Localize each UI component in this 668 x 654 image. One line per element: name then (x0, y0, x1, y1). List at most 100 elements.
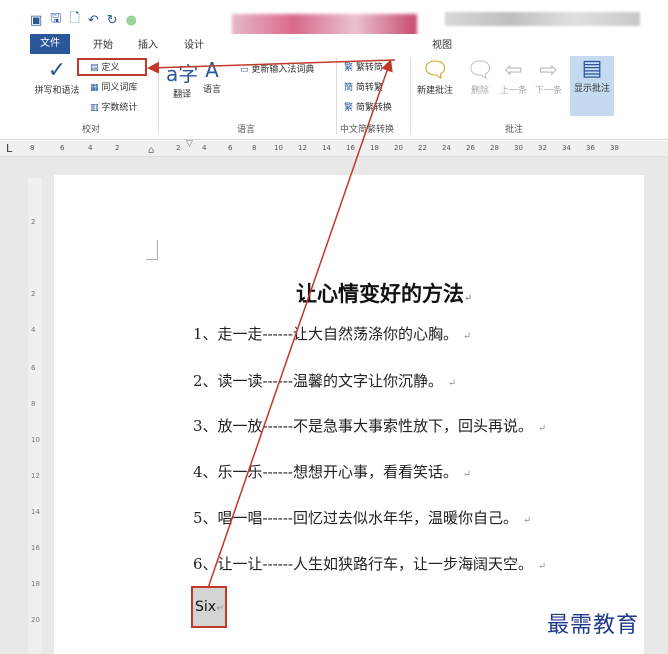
document-line[interactable]: 5、唱一唱------回忆过去似水年华，温暖你自己。 ↵ (193, 507, 531, 528)
document-line-text: 5、唱一唱------回忆过去似水年华，温暖你自己。 (193, 509, 518, 527)
ruler-tick: 8 (252, 144, 257, 152)
ruler-tick: 28 (490, 144, 499, 152)
language-button[interactable]: A 语言 (203, 58, 221, 95)
ruler-tick: 6 (60, 144, 65, 152)
document-line-text: 3、放一放------不是急事大事索性放下，回头再说。 (193, 417, 533, 435)
word-icon: ▣ (30, 12, 43, 28)
ruler-tick: 8 (30, 144, 35, 152)
ruler-tick: 16 (31, 544, 40, 552)
ruler-tick: 4 (202, 144, 207, 152)
quick-access-toolbar: ▣ 🖫 🗋 ↶ ↻ ● (30, 9, 137, 31)
ruler-tick: 34 (562, 144, 571, 152)
translate-button[interactable]: a字 翻译 (166, 58, 198, 100)
tab-design[interactable]: 设计 (184, 36, 204, 51)
document-title[interactable]: 让心情变好的方法↵ (296, 278, 472, 308)
separator (336, 58, 337, 134)
document-line-text: 6、让一让------人生如狭路行车，让一步海阔天空。 (193, 555, 533, 573)
redo-icon[interactable]: ↻ (107, 13, 118, 28)
ruler-tick: 10 (274, 144, 283, 152)
delete-comment-icon: 🗨 (466, 58, 494, 83)
indent-marker-icon[interactable]: ⌂ (148, 145, 154, 156)
prev-comment-button[interactable]: ⇦ 上一条 (500, 58, 527, 96)
tab-file[interactable]: 文件 (30, 34, 70, 54)
separator (158, 58, 159, 134)
ruler-tick: 20 (31, 616, 40, 624)
ruler-tick: 2 (31, 290, 36, 298)
document-line-text: 2、读一读------温馨的文字让你沉静。 (193, 372, 443, 390)
horizontal-ruler[interactable]: L 8 6 4 2 2 4 6 8 10 12 14 16 18 20 22 2… (0, 139, 668, 157)
selected-word-text: Six (195, 599, 217, 615)
ruler-tick: 14 (31, 508, 40, 516)
ruler-tick: 12 (298, 144, 307, 152)
delete-comment-button[interactable]: 🗨 删除 (466, 58, 494, 96)
translate-icon: a字 (166, 62, 199, 86)
paragraph-mark-icon: ↵ (464, 293, 473, 304)
document-line[interactable]: 6、让一让------人生如狭路行车，让一步海阔天空。 ↵ (193, 553, 546, 574)
ruler-tick: 12 (31, 472, 40, 480)
ruler-tick: 14 (322, 144, 331, 152)
document-line-text: 4、乐一乐------想想开心事，看看笑话。 (193, 463, 458, 481)
paragraph-mark-icon: ↵ (462, 469, 472, 480)
ruler-tick: 6 (228, 144, 233, 152)
ime-icon: ▭ (240, 65, 249, 75)
page-corner-mark (146, 240, 158, 260)
ruler-tick: 24 (442, 144, 451, 152)
tab-home[interactable]: 开始 (93, 36, 113, 51)
first-indent-marker-icon[interactable]: ▽ (186, 139, 193, 149)
document-line[interactable]: 2、读一读------温馨的文字让你沉静。 ↵ (193, 370, 456, 391)
to-trad-button[interactable]: 繁 繁转简 (344, 60, 383, 73)
tab-insert[interactable]: 插入 (138, 36, 158, 51)
to-simp-button[interactable]: 簡 简转繁 (344, 80, 383, 93)
group-label-language: 语言 (237, 125, 256, 135)
show-comments-button[interactable]: ▤ 显示批注 (570, 56, 614, 116)
paragraph-mark-icon: ↵ (462, 331, 472, 342)
new-comment-button[interactable]: 🗨 新建批注 (415, 58, 455, 96)
ribbon: ✓ 拼写和语法 ▤ 定义 ▦ 同义词库 ▥ 字数统计 校对 a字 翻译 A 语言… (0, 54, 668, 140)
undo-icon[interactable]: ↶ (88, 13, 99, 28)
ruler-tick: 18 (370, 144, 379, 152)
selected-word[interactable]: Six↵ (191, 586, 227, 628)
tab-view[interactable]: 视图 (432, 36, 452, 51)
vertical-ruler[interactable]: 2 2 4 6 8 10 12 14 16 18 20 (28, 178, 42, 654)
language-icon: A (205, 58, 219, 82)
spelling-icon: ✓ (47, 58, 67, 83)
ribbon-tabs: 文件 开始 插入 设计 视图 (0, 34, 668, 54)
next-icon: ⇨ (539, 58, 558, 83)
ruler-tick: 4 (31, 326, 36, 334)
wordcount-button[interactable]: ▥ 字数统计 (90, 100, 137, 113)
next-comment-button[interactable]: ⇨ 下一条 (535, 58, 562, 96)
ruler-tick: 18 (31, 580, 40, 588)
thesaurus-button[interactable]: ▦ 同义词库 (90, 80, 137, 93)
trad-icon: 繁 (344, 63, 354, 73)
ruler-tick: 22 (418, 144, 427, 152)
document-line[interactable]: 1、走一走------让大自然荡涤你的心胸。 ↵ (193, 323, 471, 344)
document-line[interactable]: 3、放一放------不是急事大事索性放下，回头再说。 ↵ (193, 415, 546, 436)
wordcount-icon: ▥ (90, 103, 99, 113)
tab-stop-icon[interactable]: L (6, 142, 12, 155)
paragraph-mark-icon: ↵ (522, 515, 532, 526)
new-comment-icon: 🗨 (421, 58, 449, 83)
ruler-tick: 10 (31, 436, 40, 444)
document-line-text: 1、走一走------让大自然荡涤你的心胸。 (193, 325, 458, 343)
ruler-tick: 8 (31, 400, 36, 408)
paragraph-mark-icon: ↵ (447, 378, 457, 389)
separator (410, 58, 411, 134)
circle-icon[interactable]: ● (126, 13, 137, 28)
spelling-button[interactable]: ✓ 拼写和语法 (32, 58, 82, 96)
show-comments-icon: ▤ (581, 56, 603, 81)
ruler-tick: 32 (538, 144, 547, 152)
convert-button[interactable]: 繁 简繁转换 (344, 100, 392, 113)
paragraph-mark-icon: ↵ (537, 423, 547, 434)
ime-update-button[interactable]: ▭ 更新输入法词典 (240, 62, 314, 75)
document-line[interactable]: 4、乐一乐------想想开心事，看看笑话。 ↵ (193, 461, 471, 482)
save-icon[interactable]: 🖫 (50, 9, 61, 31)
document-title-text: 让心情变好的方法 (296, 281, 464, 306)
thesaurus-icon: ▦ (90, 83, 99, 93)
preview-icon[interactable]: 🗋 (69, 9, 79, 31)
define-highlight-box (77, 58, 147, 76)
ruler-tick: 2 (31, 218, 36, 226)
ruler-tick: 4 (88, 144, 93, 152)
ruler-tick: 38 (610, 144, 619, 152)
paragraph-mark-icon: ↵ (537, 561, 547, 572)
ruler-tick: 20 (394, 144, 403, 152)
